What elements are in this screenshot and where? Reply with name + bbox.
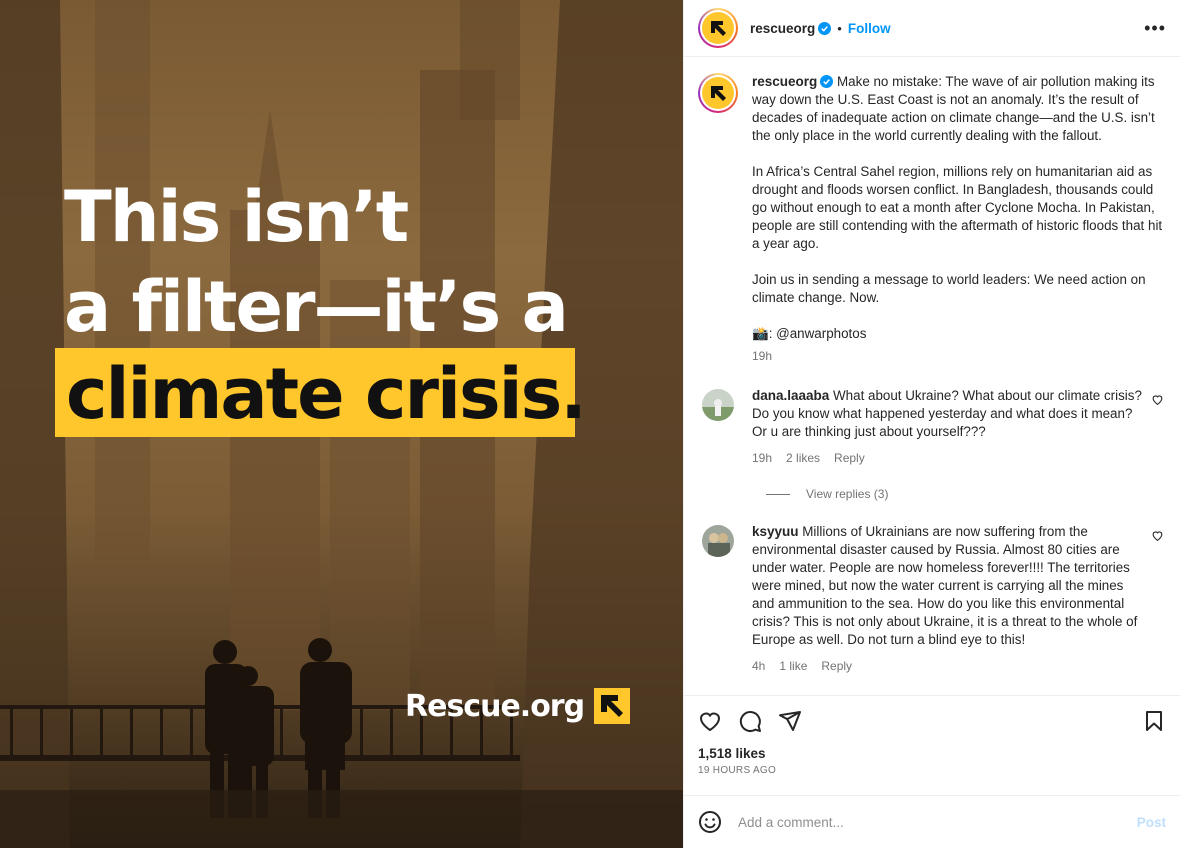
caption-username[interactable]: rescueorg xyxy=(752,74,817,89)
header-username[interactable]: rescueorg xyxy=(750,21,815,36)
rescue-logo-icon xyxy=(594,688,631,724)
save-bookmark-icon[interactable] xyxy=(1142,709,1166,733)
like-comment-icon[interactable] xyxy=(1151,393,1164,406)
brand-name: Rescue.org xyxy=(405,688,585,724)
comment-likes[interactable]: 2 likes xyxy=(786,449,820,467)
headline-text: This isn’t a filter—it’s a xyxy=(64,172,569,352)
post-image: This isn’t a filter—it’s a climate crisi… xyxy=(0,0,683,848)
caption-paragraph-2: In Africa’s Central Sahel region, millio… xyxy=(752,164,1163,251)
add-comment-bar: Post xyxy=(684,795,1180,848)
emoji-smiley-icon[interactable] xyxy=(698,810,722,834)
rescue-logo-icon xyxy=(711,86,726,101)
caption-block: rescueorg Make no mistake: The wave of a… xyxy=(698,73,1164,363)
post-timestamp: 19 HOURS AGO xyxy=(698,765,777,776)
comment-item: dana.laaaba What about Ukraine? What abo… xyxy=(698,387,1164,467)
post-header: rescueorg • Follow ••• xyxy=(684,0,1180,57)
headline-line-2: a filter—it’s a xyxy=(64,266,569,348)
headline-highlight: climate crisis. xyxy=(66,353,587,435)
caption-avatar[interactable] xyxy=(698,73,738,113)
verified-badge-icon xyxy=(818,21,832,35)
headline-line-1: This isn’t xyxy=(64,176,409,258)
comment-item: ksyyuu Millions of Ukrainians are now su… xyxy=(698,523,1164,675)
commenter-avatar[interactable] xyxy=(702,389,734,421)
separator-dot: • xyxy=(837,20,842,36)
share-paper-plane-icon[interactable] xyxy=(778,709,802,733)
view-replies-label: View replies (3) xyxy=(806,487,889,501)
like-heart-icon[interactable] xyxy=(698,709,722,733)
profile-avatar[interactable] xyxy=(698,8,738,48)
comment-bubble-icon[interactable] xyxy=(738,709,762,733)
comment-time[interactable]: 4h xyxy=(752,657,765,675)
comment-username[interactable]: ksyyuu xyxy=(752,524,799,539)
reply-button[interactable]: Reply xyxy=(834,449,865,467)
verified-badge-icon xyxy=(820,75,834,88)
caption-paragraph-3: Join us in sending a message to world le… xyxy=(752,272,1146,305)
post-comment-button[interactable]: Post xyxy=(1137,815,1166,830)
caption-time[interactable]: 19h xyxy=(752,349,772,363)
photo-credit[interactable]: : @anwarphotos xyxy=(769,326,867,341)
reply-button[interactable]: Reply xyxy=(821,657,852,675)
more-options-icon[interactable]: ••• xyxy=(1144,18,1166,39)
comment-username[interactable]: dana.laaaba xyxy=(752,388,829,403)
camera-emoji-icon: 📸 xyxy=(752,326,769,341)
replies-divider xyxy=(766,493,790,495)
like-comment-icon[interactable] xyxy=(1151,529,1164,542)
likes-count[interactable]: 1,518 likes xyxy=(698,746,1166,761)
caption-text: rescueorg Make no mistake: The wave of a… xyxy=(752,73,1164,343)
rescue-logo-icon xyxy=(711,21,726,36)
brand-watermark: Rescue.org xyxy=(405,688,631,724)
comment-likes[interactable]: 1 like xyxy=(779,657,807,675)
commenter-avatar[interactable] xyxy=(702,525,734,557)
view-replies-button[interactable]: View replies (3) xyxy=(766,487,1164,501)
comment-text: Millions of Ukrainians are now suffering… xyxy=(752,524,1138,647)
caption-meta: 19h xyxy=(752,349,1164,363)
follow-button[interactable]: Follow xyxy=(848,21,891,36)
comments-area[interactable]: rescueorg Make no mistake: The wave of a… xyxy=(684,57,1180,695)
post-actions: 1,518 likes 19 HOURS AGO xyxy=(684,695,1180,795)
comment-input[interactable] xyxy=(738,814,1121,830)
comment-time[interactable]: 19h xyxy=(752,449,772,467)
post-panel: rescueorg • Follow ••• rescueorg Make no… xyxy=(683,0,1180,848)
